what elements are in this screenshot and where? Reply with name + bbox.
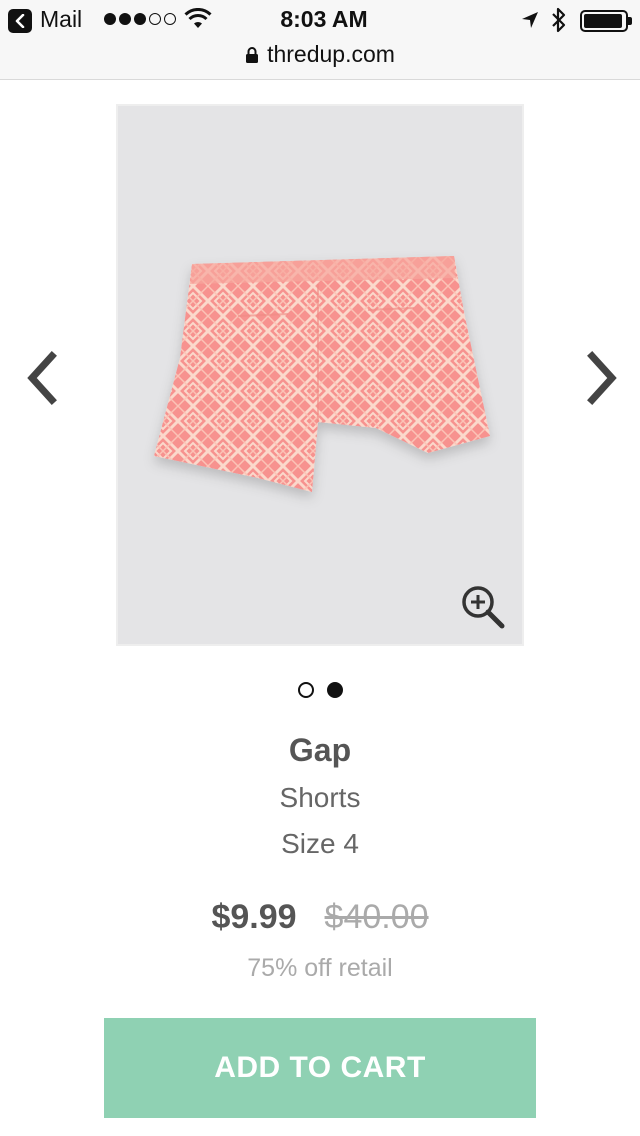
add-to-cart-button[interactable]: ADD TO CART xyxy=(104,1018,536,1118)
battery-icon xyxy=(580,10,632,32)
product-image[interactable] xyxy=(116,104,524,646)
pagination-dot-1[interactable] xyxy=(297,682,314,698)
pagination-dot-2[interactable] xyxy=(326,682,343,698)
clock: 8:03 AM xyxy=(280,6,368,32)
retail-price: $40.00 xyxy=(324,898,429,936)
product-category: Shorts xyxy=(279,782,361,813)
sale-price: $9.99 xyxy=(211,898,297,936)
shorts-body xyxy=(154,256,490,492)
price-row: $9.99 $40.00 xyxy=(0,898,640,937)
shorts-illustration xyxy=(154,256,490,492)
address-bar[interactable]: thredup.com xyxy=(0,41,640,68)
location-arrow-icon xyxy=(522,12,538,28)
url-text: thredup.com xyxy=(267,41,395,67)
previous-image-icon[interactable] xyxy=(22,350,62,406)
next-image-icon[interactable] xyxy=(582,350,622,406)
lock-icon xyxy=(246,47,259,63)
image-pagination xyxy=(0,682,640,698)
status-bar: Mail 8:03 AM xyxy=(0,0,640,40)
browser-chrome: Mail 8:03 AM thredup.com xyxy=(0,0,640,80)
bluetooth-icon xyxy=(552,7,566,33)
product-size: Size 4 xyxy=(281,828,359,859)
discount-text: 75% off retail xyxy=(247,954,393,982)
product-brand: Gap xyxy=(288,732,352,768)
zoom-in-icon[interactable] xyxy=(460,584,506,630)
